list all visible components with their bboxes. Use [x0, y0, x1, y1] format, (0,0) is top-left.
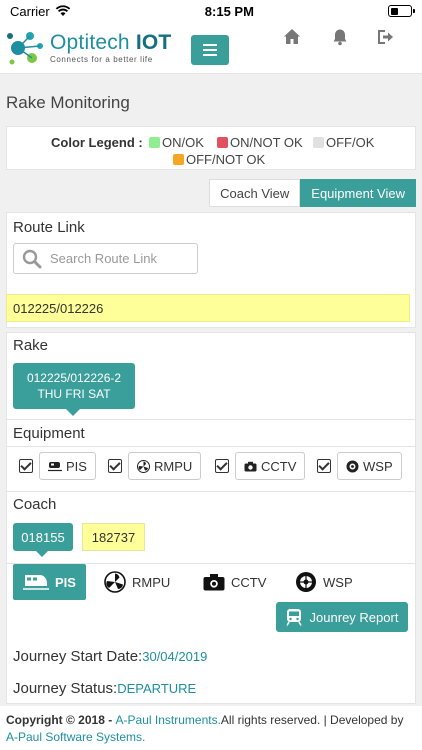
route-link-label: Route Link: [13, 219, 85, 236]
wheel-icon: [296, 572, 316, 592]
brand-tagline: Connects for a better life: [50, 55, 153, 64]
legend-item-off-ok: OFF/OK: [313, 135, 374, 150]
tab-equipment-view[interactable]: Equipment View: [300, 179, 416, 207]
eq-tab-pis[interactable]: PIS: [13, 564, 86, 600]
color-legend: Color Legend : ON/OK ON/NOT OK OFF/OK OF…: [6, 126, 416, 170]
cctv-checkbox[interactable]: [215, 459, 229, 473]
status-bar: Carrier 8:15 PM: [0, 0, 422, 22]
journey-status: Journey Status:DEPARTURE: [13, 680, 197, 697]
app-header: Optitech IOT Connects for a better life: [0, 22, 422, 74]
view-tabs: Coach View Equipment View: [209, 179, 416, 207]
route-link-item[interactable]: 012225/012226: [6, 294, 410, 322]
wheel-icon: [346, 460, 359, 472]
coach-item-active[interactable]: 018155: [13, 523, 73, 557]
footer-company-link[interactable]: A-Paul Instruments.: [116, 713, 221, 727]
train-icon: [48, 462, 62, 472]
swatch-green: [149, 137, 160, 148]
equipment-pis[interactable]: PIS: [19, 452, 96, 480]
search-icon: [22, 249, 42, 268]
equipment-wsp[interactable]: WSP: [317, 452, 402, 480]
eq-tab-rmpu[interactable]: RMPU: [104, 564, 170, 600]
equipment-cctv[interactable]: CCTV: [215, 452, 306, 480]
clock: 8:15 PM: [204, 3, 254, 19]
route-search-input[interactable]: Search Route Link: [13, 243, 198, 274]
legend-item-off-not-ok: OFF/NOT OK: [173, 152, 265, 167]
brand-name: Optitech: [50, 31, 130, 54]
legend-item-on-not-ok: ON/NOT OK: [217, 135, 303, 150]
bell-icon[interactable]: [331, 28, 349, 46]
fan-icon: [104, 571, 126, 593]
legend-item-on-ok: ON/OK: [149, 135, 204, 150]
eq-tab-wsp[interactable]: WSP: [295, 564, 353, 600]
train-front-icon: [285, 609, 302, 626]
logo-mark-icon: [7, 32, 43, 65]
wsp-checkbox[interactable]: [317, 459, 331, 473]
rake-item[interactable]: 012225/012226-2 THU FRI SAT: [13, 363, 135, 416]
pis-checkbox[interactable]: [19, 459, 33, 473]
equipment-rmpu[interactable]: RMPU: [108, 452, 202, 480]
brand-suffix: IOT: [135, 31, 172, 54]
carrier-label: Carrier: [10, 3, 50, 19]
footer-copyright: Copyright © 2018 -: [6, 713, 116, 727]
eq-tab-cctv[interactable]: CCTV: [203, 564, 266, 600]
camera-icon: [244, 461, 257, 471]
fan-icon: [137, 459, 150, 473]
train-icon: [23, 575, 49, 590]
swatch-orange: [173, 154, 184, 165]
wifi-icon: [55, 5, 70, 16]
footer-rights: All rights reserved. | Developed by: [220, 713, 404, 727]
logout-icon[interactable]: [376, 28, 394, 46]
footer-developer-link[interactable]: A-Paul Software Systems.: [6, 730, 145, 744]
camera-icon: [203, 574, 225, 591]
page-title: Rake Monitoring: [6, 93, 130, 112]
coach-label: Coach: [13, 496, 57, 513]
swatch-red: [217, 137, 228, 148]
journey-report-button[interactable]: Jounrey Report: [276, 602, 408, 632]
rmpu-checkbox[interactable]: [108, 459, 122, 473]
equipment-label: Equipment: [13, 425, 85, 442]
footer: Copyright © 2018 - A-Paul Instruments.Al…: [0, 706, 422, 750]
journey-start-date: Journey Start Date:30/04/2019: [13, 648, 208, 665]
search-placeholder: Search Route Link: [50, 251, 157, 266]
tab-coach-view[interactable]: Coach View: [209, 179, 301, 207]
rake-label: Rake: [13, 337, 49, 354]
menu-button[interactable]: [191, 35, 229, 65]
battery-icon: [388, 5, 415, 17]
home-icon[interactable]: [283, 28, 301, 46]
brand-logo[interactable]: Optitech IOT Connects for a better life: [4, 26, 171, 70]
legend-label: Color Legend :: [51, 135, 143, 150]
coach-item[interactable]: 182737: [82, 523, 145, 551]
swatch-gray: [313, 137, 324, 148]
